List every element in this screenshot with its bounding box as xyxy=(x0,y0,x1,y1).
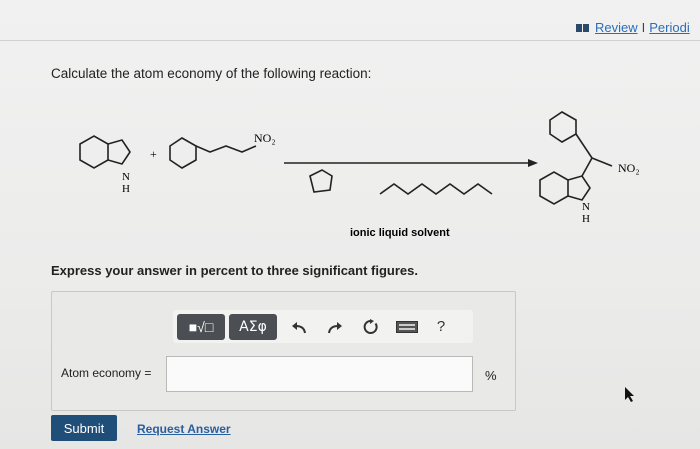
product-bond xyxy=(575,133,593,159)
book-icon xyxy=(576,23,589,32)
request-answer-link[interactable]: Request Answer xyxy=(137,422,231,436)
imidazolium-ring xyxy=(309,169,333,193)
product-bond xyxy=(581,157,593,177)
answer-prompt: Express your answer in percent to three … xyxy=(51,263,418,278)
top-links: Review I Periodi xyxy=(576,20,690,35)
help-icon[interactable]: ? xyxy=(431,314,451,340)
reaction-scheme: + NO₂ N H ionic liquid solvent NO₂ N H xyxy=(79,111,640,239)
atom-economy-input[interactable] xyxy=(166,356,473,392)
undo-icon[interactable] xyxy=(285,314,313,340)
percent-unit: % xyxy=(485,368,497,383)
product-benzene-ring xyxy=(539,171,569,205)
mouse-cursor-icon xyxy=(625,387,634,402)
redo-icon[interactable] xyxy=(321,314,349,340)
question-text: Calculate the atom economy of the follow… xyxy=(51,66,372,81)
reactant-no2-label: NO₂ xyxy=(254,131,276,145)
product-phenyl-ring xyxy=(549,111,577,143)
product-h-label: H xyxy=(582,213,590,225)
review-link[interactable]: Review xyxy=(595,20,638,35)
submit-button[interactable]: Submit xyxy=(51,415,117,441)
indole-pyrrole-ring xyxy=(107,139,131,165)
fluorinated-anion-chain xyxy=(379,183,493,195)
math-toolbar: ■√□ ΑΣφ ? xyxy=(173,310,473,343)
phenyl-ring xyxy=(169,137,197,169)
product-bond xyxy=(591,157,613,167)
reset-icon[interactable] xyxy=(357,314,385,340)
plus-sign: + xyxy=(150,147,157,161)
product-n-label: N xyxy=(582,201,590,213)
indole-n-label: N xyxy=(122,171,130,183)
product-no2-label: NO₂ xyxy=(618,161,640,175)
greek-symbols-button[interactable]: ΑΣφ xyxy=(229,313,277,340)
periodic-table-link[interactable]: Periodi xyxy=(649,20,689,35)
templates-button[interactable]: ■√□ xyxy=(177,313,225,340)
catalyst-label: ionic liquid solvent xyxy=(350,227,450,239)
nitroalkene-chain xyxy=(195,145,257,153)
reaction-arrow-head xyxy=(528,159,538,167)
indole-h-label: H xyxy=(122,183,130,195)
answer-panel: ■√□ ΑΣφ ? Atom economy = % xyxy=(51,291,516,411)
indole-benzene-ring xyxy=(79,135,109,169)
header-divider xyxy=(0,40,700,41)
product-pyrrole-ring xyxy=(567,175,591,201)
keyboard-icon[interactable] xyxy=(393,314,421,340)
atom-economy-label: Atom economy = xyxy=(61,366,152,380)
link-separator: I xyxy=(641,20,646,35)
